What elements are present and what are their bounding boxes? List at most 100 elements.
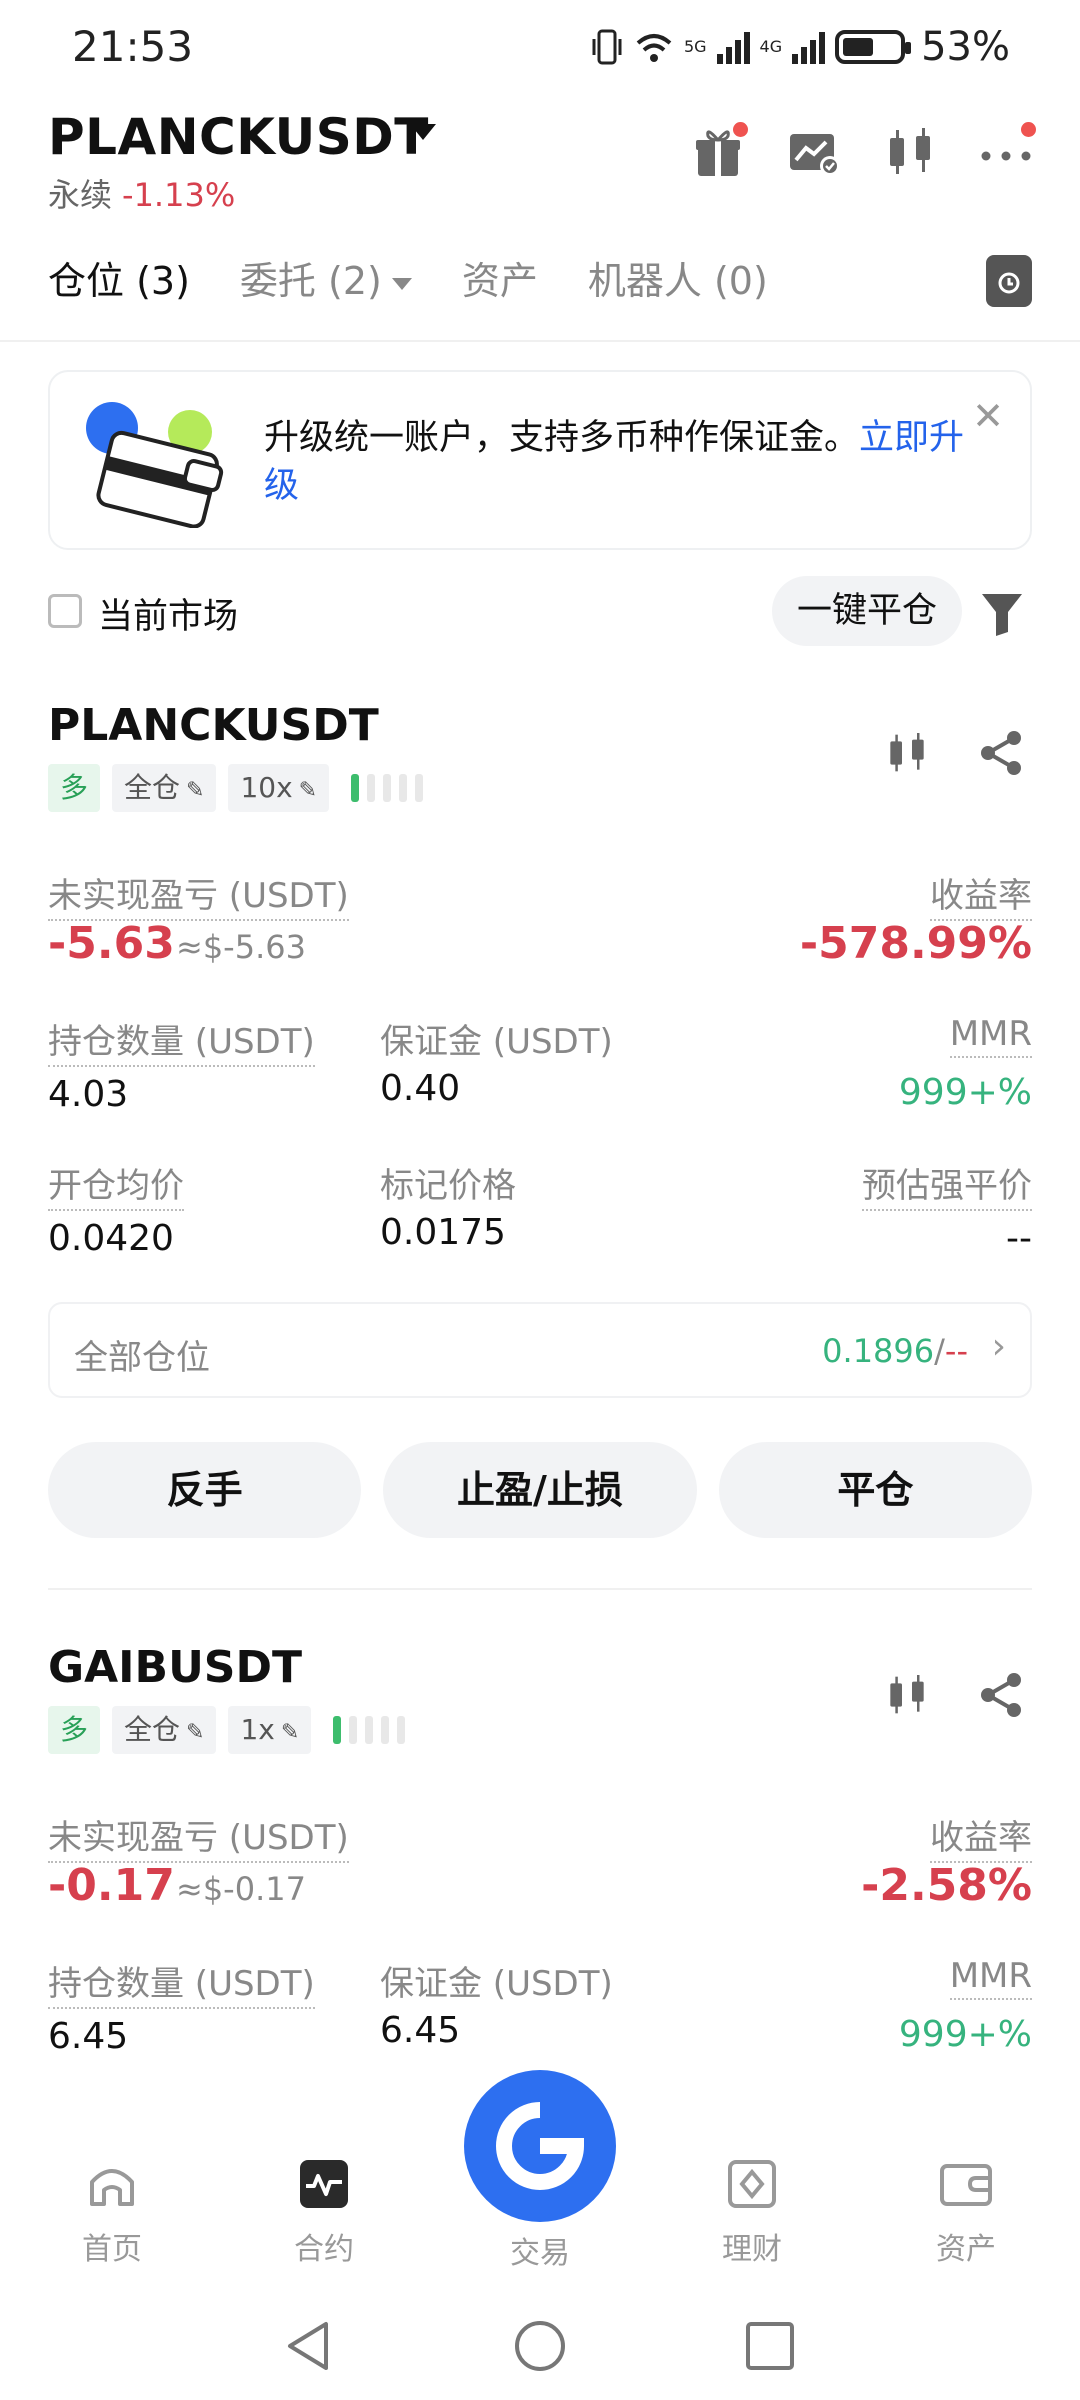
banner-text: 升级统一账户，支持多币种作保证金。立即升级 — [264, 414, 984, 510]
unrealized-pnl-value: -5.63 — [48, 918, 175, 969]
unrealized-pnl-usd: ≈$-0.17 — [176, 1870, 306, 1908]
home-circle-icon[interactable] — [512, 2318, 568, 2374]
tab-assets[interactable]: 资产 — [462, 250, 538, 305]
margin-value: 0.40 — [380, 1068, 461, 1109]
wallet-illustration-icon — [86, 402, 224, 528]
risk-level-bars — [333, 1716, 406, 1744]
candlestick-icon[interactable] — [882, 1670, 932, 1720]
unrealized-pnl-label: 未实现盈亏 (USDT) — [48, 1810, 349, 1863]
more-icon[interactable] — [976, 122, 1036, 182]
battery-icon — [835, 30, 912, 64]
tab-orders-label: 委托 (2) — [239, 259, 382, 303]
filter-icon[interactable] — [980, 590, 1024, 638]
notification-dot-2 — [1021, 122, 1036, 137]
edit-icon: ✎ — [186, 1720, 205, 1745]
leverage-tag[interactable]: 1x ✎ — [228, 1706, 312, 1754]
all-positions-amount-2: -- — [944, 1332, 968, 1370]
tab-divider — [0, 340, 1080, 342]
candlestick-icon[interactable] — [882, 728, 932, 778]
roi-label: 收益率 — [930, 1810, 1032, 1863]
mark-price-value: 0.0175 — [380, 1212, 506, 1253]
pair-selector[interactable]: PLANCKUSDT — [48, 108, 429, 166]
history-document-icon[interactable] — [986, 255, 1032, 307]
pair-dropdown-icon[interactable] — [410, 124, 436, 140]
tab-orders[interactable]: 委托 (2) — [240, 250, 412, 305]
banner-message: 升级统一账户，支持多币种作保证金。 — [264, 418, 860, 458]
signal-bars-icon — [716, 30, 750, 64]
signal-bars-icon-2 — [792, 30, 826, 64]
system-nav-bar — [0, 2290, 1080, 2400]
status-time: 21:53 — [72, 22, 194, 71]
mmr-value: 999+% — [898, 1072, 1032, 1113]
price-change: -1.13% — [122, 176, 236, 214]
margin-mode-tag[interactable]: 全仓 ✎ — [112, 1706, 217, 1754]
trade-fab-button[interactable] — [464, 2070, 616, 2222]
share-icon[interactable] — [976, 1670, 1026, 1720]
status-bar: 21:53 5G 4G 53% — [0, 0, 1080, 100]
all-positions-label: 全部仓位 — [74, 1338, 210, 1378]
margin-label: 保证金 (USDT) — [380, 1964, 613, 2004]
position-symbol[interactable]: PLANCKUSDT — [48, 700, 379, 751]
contract-type: 永续 — [48, 176, 113, 214]
notification-dot — [733, 122, 748, 137]
leverage-tag[interactable]: 10x ✎ — [228, 764, 330, 812]
network-5g: 5G — [683, 37, 707, 56]
all-positions-row[interactable]: 全部仓位 0.1896/-- › — [48, 1302, 1032, 1398]
liq-price-value: -- — [1006, 1218, 1032, 1259]
size-value: 6.45 — [48, 2016, 129, 2057]
network-4g: 4G — [759, 37, 783, 56]
nav-trade-label[interactable]: 交易 — [480, 2228, 600, 2272]
nav-assets-label: 资产 — [936, 2232, 996, 2267]
unrealized-pnl-label: 未实现盈亏 (USDT) — [48, 868, 349, 921]
mark-price-label: 标记价格 — [380, 1166, 516, 1206]
mmr-value: 999+% — [898, 2014, 1032, 2055]
position-tabs: 仓位 (3) 委托 (2) 资产 机器人 (0) — [48, 250, 768, 305]
header: PLANCKUSDT 永续 -1.13% — [0, 100, 1080, 220]
roi-value: -2.58% — [861, 1860, 1032, 1911]
roi-value: -578.99% — [799, 918, 1032, 969]
futures-icon — [300, 2160, 348, 2208]
size-value: 4.03 — [48, 1074, 129, 1115]
risk-level-bars — [351, 774, 424, 802]
current-market-label[interactable]: 当前市场 — [98, 588, 238, 639]
contract-info: 永续 -1.13% — [48, 170, 235, 216]
all-positions-separator: / — [934, 1332, 945, 1370]
position-card: PLANCKUSDT 多 全仓 ✎ 10x ✎ 未实现盈亏 (USDT) 收益率 -… — [48, 700, 1032, 1560]
all-positions-value: 0.1896/-- — [822, 1332, 968, 1370]
filter-row: 当前市场 一键平仓 — [48, 570, 1032, 650]
status-icons: 5G 4G 53% — [590, 24, 1010, 70]
chart-check-icon[interactable] — [784, 122, 844, 182]
margin-mode-label: 全仓 — [124, 1713, 181, 1746]
close-icon[interactable]: ✕ — [972, 394, 1004, 438]
nav-futures-label: 合约 — [294, 2232, 354, 2267]
wifi-icon — [636, 34, 672, 62]
tab-bots[interactable]: 机器人 (0) — [588, 250, 768, 305]
side-tag: 多 — [48, 1706, 101, 1754]
position-symbol[interactable]: GAIBUSDT — [48, 1642, 302, 1693]
nav-futures[interactable]: 合约 — [264, 2156, 384, 2268]
tab-positions[interactable]: 仓位 (3) — [48, 250, 190, 305]
mmr-label: MMR — [949, 1956, 1032, 2000]
gift-icon[interactable] — [688, 122, 748, 182]
margin-mode-tag[interactable]: 全仓 ✎ — [112, 764, 217, 812]
candlestick-icon[interactable] — [880, 122, 940, 182]
chevron-right-icon: › — [991, 1326, 1006, 1367]
tp-sl-button[interactable]: 止盈/止损 — [383, 1442, 697, 1538]
position-actions-icons — [882, 1670, 1026, 1720]
nav-home[interactable]: 首页 — [52, 2156, 172, 2268]
unrealized-pnl-value: -0.17 — [48, 1860, 175, 1911]
nav-assets[interactable]: 资产 — [906, 2156, 1026, 2268]
size-label: 持仓数量 (USDT) — [48, 1956, 315, 2009]
chevron-down-icon — [391, 277, 412, 290]
close-all-button[interactable]: 一键平仓 — [772, 576, 962, 646]
back-icon[interactable] — [282, 2318, 338, 2374]
current-market-checkbox[interactable] — [48, 594, 82, 628]
battery-percent: 53% — [921, 24, 1010, 70]
recents-icon[interactable] — [742, 2318, 798, 2374]
position-card: GAIBUSDT 多 全仓 ✎ 1x ✎ 未实现盈亏 (USDT) 收益率 -0.1… — [48, 1642, 1032, 2102]
share-icon[interactable] — [976, 728, 1026, 778]
nav-earn[interactable]: 理财 — [692, 2156, 812, 2268]
reverse-button[interactable]: 反手 — [48, 1442, 362, 1538]
leverage-label: 10x — [240, 771, 293, 804]
close-position-button[interactable]: 平仓 — [718, 1442, 1032, 1538]
